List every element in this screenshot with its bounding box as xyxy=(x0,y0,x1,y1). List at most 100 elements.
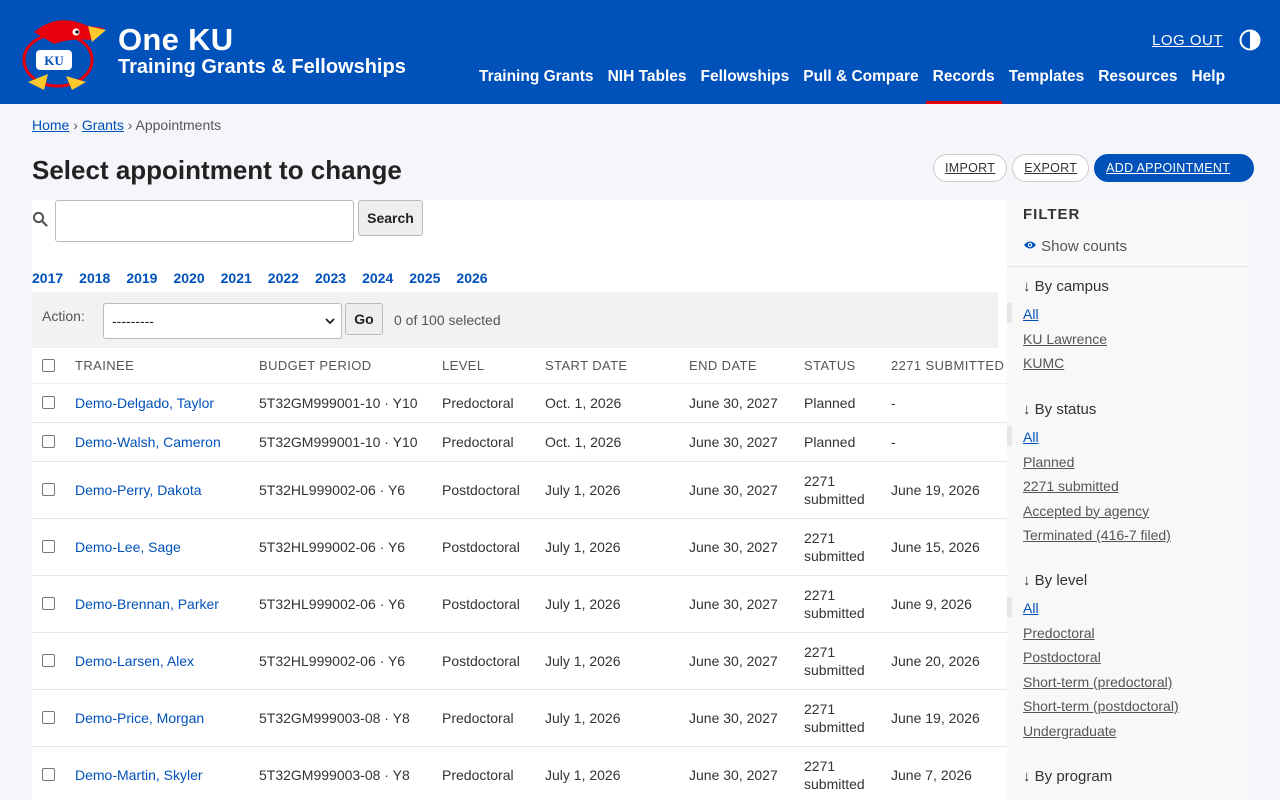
year-link-2020[interactable]: 2020 xyxy=(173,270,204,286)
selected-count: 0 of 100 selected xyxy=(394,312,501,328)
filter-status-terminated[interactable]: Terminated (416-7 filed) xyxy=(1007,526,1248,551)
year-link-2018[interactable]: 2018 xyxy=(79,270,110,286)
search-button[interactable]: Search xyxy=(358,200,423,236)
filter-campus-all[interactable]: All xyxy=(1007,303,1248,330)
row-checkbox[interactable] xyxy=(42,483,55,496)
table-row: Demo-Larsen, Alex 5T32HL999002-06 · Y6 P… xyxy=(32,632,1007,690)
trainee-link[interactable]: Demo-Brennan, Parker xyxy=(75,596,219,612)
year-link-2026[interactable]: 2026 xyxy=(456,270,487,286)
year-link-2017[interactable]: 2017 xyxy=(32,270,63,286)
go-button[interactable]: Go xyxy=(345,303,383,335)
filter-title: FILTER xyxy=(1023,206,1081,223)
filter-heading-campus[interactable]: ↓ By campus xyxy=(1007,278,1248,295)
action-label: Action: xyxy=(42,308,85,324)
logout-link[interactable]: LOG OUT xyxy=(1152,32,1223,49)
action-select[interactable]: --------- xyxy=(103,303,342,339)
filter-heading-status[interactable]: ↓ By status xyxy=(1007,401,1248,418)
year-link-2019[interactable]: 2019 xyxy=(126,270,157,286)
nav-resources[interactable]: Resources xyxy=(1091,66,1184,104)
date-hierarchy: 2017 2018 2019 2020 2021 2022 2023 2024 … xyxy=(32,270,504,286)
column-header-level[interactable]: LEVEL xyxy=(442,349,545,384)
nav-templates[interactable]: Templates xyxy=(1002,66,1092,104)
end-date-cell: June 30, 2027 xyxy=(689,383,804,423)
trainee-link[interactable]: Demo-Perry, Dakota xyxy=(75,482,202,498)
filter-campus-kumc[interactable]: KUMC xyxy=(1007,354,1248,379)
table-header-row: TRAINEE BUDGET PERIOD LEVEL START DATE E… xyxy=(32,349,1007,384)
column-header-end-date[interactable]: END DATE xyxy=(689,349,804,384)
level-cell: Predoctoral xyxy=(442,422,545,462)
nav-help[interactable]: Help xyxy=(1184,66,1232,104)
year-link-2025[interactable]: 2025 xyxy=(409,270,440,286)
search-icon xyxy=(32,211,48,227)
row-checkbox[interactable] xyxy=(42,711,55,724)
trainee-link[interactable]: Demo-Martin, Skyler xyxy=(75,767,203,783)
add-appointment-button[interactable]: ADD APPOINTMENT xyxy=(1094,154,1255,182)
column-header-trainee[interactable]: TRAINEE xyxy=(75,349,259,384)
search-input[interactable] xyxy=(55,200,354,242)
show-counts-toggle[interactable]: Show counts xyxy=(1023,238,1127,255)
column-header-2271-submitted[interactable]: 2271 SUBMITTED xyxy=(891,349,1007,384)
trainee-link[interactable]: Demo-Walsh, Cameron xyxy=(75,434,221,450)
table-row: Demo-Brennan, Parker 5T32HL999002-06 · Y… xyxy=(32,575,1007,633)
import-button[interactable]: IMPORT xyxy=(933,154,1008,182)
filter-heading-program[interactable]: ↓ By program xyxy=(1007,768,1248,785)
filter-level-postdoctoral[interactable]: Postdoctoral xyxy=(1007,648,1248,673)
nav-fellowships[interactable]: Fellowships xyxy=(694,66,797,104)
filter-status-all[interactable]: All xyxy=(1007,426,1248,453)
filter-heading-level[interactable]: ↓ By level xyxy=(1007,572,1248,589)
budget-period-cell: 5T32HL999002-06 · Y6 xyxy=(259,461,442,519)
start-date-cell: Oct. 1, 2026 xyxy=(545,383,689,423)
jayhawk-logo-icon[interactable]: KU xyxy=(14,12,106,92)
divider xyxy=(1007,266,1248,267)
filter-heading-label: By campus xyxy=(1034,278,1109,295)
row-checkbox[interactable] xyxy=(42,597,55,610)
row-checkbox[interactable] xyxy=(42,540,55,553)
year-link-2023[interactable]: 2023 xyxy=(315,270,346,286)
budget-period-cell: 5T32HL999002-06 · Y6 xyxy=(259,575,442,633)
nav-nih-tables[interactable]: NIH Tables xyxy=(601,66,694,104)
start-date-cell: July 1, 2026 xyxy=(545,575,689,633)
nav-pull-compare[interactable]: Pull & Compare xyxy=(796,66,925,104)
row-checkbox[interactable] xyxy=(42,768,55,781)
breadcrumb-grants[interactable]: Grants xyxy=(82,117,124,133)
results-table: TRAINEE BUDGET PERIOD LEVEL START DATE E… xyxy=(32,349,1007,800)
trainee-link[interactable]: Demo-Price, Morgan xyxy=(75,710,204,726)
year-link-2024[interactable]: 2024 xyxy=(362,270,393,286)
column-header-status[interactable]: STATUS xyxy=(804,349,891,384)
trainee-link[interactable]: Demo-Lee, Sage xyxy=(75,539,181,555)
year-link-2021[interactable]: 2021 xyxy=(221,270,252,286)
filter-level-predoctoral[interactable]: Predoctoral xyxy=(1007,624,1248,649)
level-cell: Postdoctoral xyxy=(442,518,545,576)
end-date-cell: June 30, 2027 xyxy=(689,461,804,519)
breadcrumb-home[interactable]: Home xyxy=(32,117,69,133)
filter-campus-ku-lawrence[interactable]: KU Lawrence xyxy=(1007,330,1248,355)
status-cell: Planned xyxy=(804,422,891,462)
arrow-down-icon: ↓ xyxy=(1023,572,1031,589)
level-cell: Predoctoral xyxy=(442,746,545,800)
start-date-cell: July 1, 2026 xyxy=(545,461,689,519)
filter-level-undergraduate[interactable]: Undergraduate xyxy=(1007,722,1248,747)
column-header-budget-period[interactable]: BUDGET PERIOD xyxy=(259,349,442,384)
row-checkbox[interactable] xyxy=(42,396,55,409)
filter-level-short-term-post[interactable]: Short-term (postdoctoral) xyxy=(1007,697,1248,722)
export-button[interactable]: EXPORT xyxy=(1012,154,1090,182)
row-checkbox[interactable] xyxy=(42,654,55,667)
trainee-link[interactable]: Demo-Larsen, Alex xyxy=(75,653,194,669)
page-title: Select appointment to change xyxy=(32,155,402,185)
nav-records[interactable]: Records xyxy=(925,66,1002,104)
trainee-link[interactable]: Demo-Delgado, Taylor xyxy=(75,395,214,411)
filter-status-accepted[interactable]: Accepted by agency xyxy=(1007,502,1248,527)
row-checkbox[interactable] xyxy=(42,435,55,448)
status-cell: Planned xyxy=(804,383,891,423)
filter-status-planned[interactable]: Planned xyxy=(1007,453,1248,478)
year-link-2022[interactable]: 2022 xyxy=(268,270,299,286)
contrast-toggle-icon[interactable] xyxy=(1239,29,1261,51)
select-all-checkbox[interactable] xyxy=(42,359,55,373)
filter-status-2271-submitted[interactable]: 2271 submitted xyxy=(1007,477,1248,502)
end-date-cell: June 30, 2027 xyxy=(689,746,804,800)
nav-training-grants[interactable]: Training Grants xyxy=(472,66,601,104)
status-cell: 2271 submitted xyxy=(804,746,891,800)
filter-level-all[interactable]: All xyxy=(1007,597,1248,624)
filter-level-short-term-pre[interactable]: Short-term (predoctoral) xyxy=(1007,673,1248,698)
column-header-start-date[interactable]: START DATE xyxy=(545,349,689,384)
